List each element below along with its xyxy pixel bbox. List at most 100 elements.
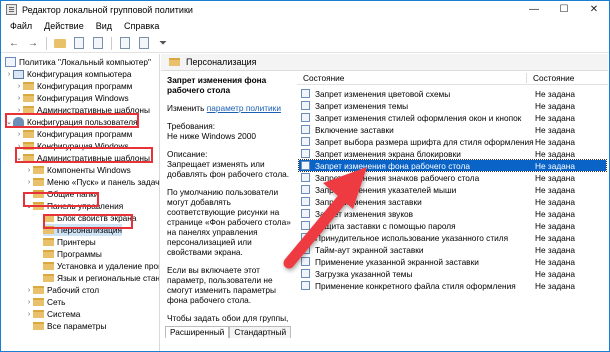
setting-name: Запрет изменения экрана блокировки bbox=[315, 148, 461, 159]
back-arrow-icon[interactable]: ← bbox=[6, 36, 22, 51]
properties-button[interactable] bbox=[136, 36, 152, 51]
policy-setting-icon bbox=[301, 245, 310, 254]
description-para-1: По умолчанию пользователи могут добавлят… bbox=[167, 187, 291, 257]
column-header-setting[interactable]: Состояние bbox=[303, 73, 344, 83]
policy-setting-icon bbox=[301, 101, 310, 110]
list-item[interactable]: Запрет изменения заставки Не задана bbox=[299, 196, 606, 207]
list-item[interactable]: Включение заставки Не задана bbox=[299, 124, 606, 135]
policy-setting-icon bbox=[301, 137, 310, 146]
setting-state: Не задана bbox=[535, 172, 575, 183]
policy-setting-icon bbox=[301, 257, 310, 266]
tree-item-label: Принтеры bbox=[57, 237, 96, 247]
chevron-right-icon[interactable]: › bbox=[25, 299, 33, 306]
tree-item-system[interactable]: › Система bbox=[25, 308, 81, 320]
console-tree-icon bbox=[74, 37, 84, 49]
chevron-right-icon[interactable]: › bbox=[25, 311, 33, 318]
up-folder-button[interactable] bbox=[52, 36, 68, 51]
tree-item-printers[interactable]: Принтеры bbox=[43, 236, 96, 248]
menu-view[interactable]: Вид bbox=[90, 21, 118, 31]
export-list-button[interactable] bbox=[90, 36, 106, 51]
tree-item-regional[interactable]: Язык и региональные стандарты bbox=[43, 272, 160, 284]
tree-item-start-menu[interactable]: › Меню «Пуск» и панель задач bbox=[25, 176, 160, 188]
tree-item-local-policy[interactable]: Политика "Локальный компьютер" bbox=[5, 56, 151, 68]
setting-state: Не задана bbox=[535, 196, 575, 207]
setting-name: Запрет изменения темы bbox=[315, 100, 409, 111]
setting-name: Запрет изменения звуков bbox=[315, 208, 414, 219]
list-item[interactable]: Запрет выбора размера шрифта для стиля о… bbox=[299, 136, 606, 147]
folder-icon bbox=[23, 130, 34, 138]
list-item[interactable]: Запрет изменения звуков Не задана bbox=[299, 208, 606, 219]
list-item[interactable]: Защита заставки с помощью пароля Не задан… bbox=[299, 220, 606, 231]
tree-item-add-remove-programs[interactable]: Установка и удаление программ bbox=[43, 260, 160, 272]
maximize-button[interactable]: ☐ bbox=[549, 1, 579, 18]
edit-prefix: Изменить bbox=[167, 103, 205, 113]
view-tabs: Расширенный Стандартный bbox=[165, 326, 292, 338]
tree-item-all-settings[interactable]: Все параметры bbox=[25, 320, 106, 332]
tree-item-label: Язык и региональные стандарты bbox=[57, 273, 160, 283]
setting-state: Не задана bbox=[535, 100, 575, 111]
column-header-state[interactable]: Состояние bbox=[533, 73, 574, 83]
filter-icon[interactable]: ⏷ bbox=[155, 36, 171, 51]
setting-name: Тайм-аут экранной заставки bbox=[315, 244, 424, 255]
setting-name: Запрет изменения фона рабочего стола bbox=[315, 160, 470, 171]
requirements-label: Требования: bbox=[167, 121, 216, 131]
list-item[interactable]: Запрет изменения стилей оформления окон … bbox=[299, 112, 606, 123]
policy-setting-icon bbox=[301, 197, 310, 206]
tree-item-windows-settings[interactable]: › Конфигурация Windows bbox=[15, 92, 129, 104]
tree-item-programs[interactable]: Программы bbox=[43, 248, 102, 260]
list-item[interactable]: Запрет изменения цветовой схемы Не задана bbox=[299, 88, 606, 99]
tree-item-computer-config[interactable]: › Конфигурация компьютера bbox=[5, 68, 132, 80]
list-item[interactable]: Применение указанной экранной заставки Не… bbox=[299, 256, 606, 267]
minimize-button[interactable]: — bbox=[519, 1, 549, 18]
list-item[interactable]: Запрет изменения экрана блокировки Не зад… bbox=[299, 148, 606, 159]
folder-icon bbox=[43, 262, 54, 270]
close-button[interactable]: ✕ bbox=[579, 1, 609, 18]
setting-state: Не задана bbox=[535, 88, 575, 99]
edit-policy-link[interactable]: параметр политики bbox=[207, 103, 281, 113]
setting-state: Не задана bbox=[535, 136, 575, 147]
list-item-selected[interactable]: Запрет изменения фона рабочего стола Не з… bbox=[298, 159, 607, 172]
tree-item-label: Все параметры bbox=[47, 321, 107, 331]
tree-item-software-settings[interactable]: › Конфигурация программ bbox=[15, 80, 133, 92]
chevron-right-icon[interactable]: › bbox=[25, 179, 33, 186]
list-item[interactable]: Принудительное использование указанного … bbox=[299, 232, 606, 243]
help-button[interactable] bbox=[117, 36, 133, 51]
tree-item-label: Установка и удаление программ bbox=[57, 261, 160, 271]
tree-item-desktop[interactable]: › Рабочий стол bbox=[25, 284, 99, 296]
description-value: Запрещает изменять или добавлять фон раб… bbox=[167, 159, 290, 179]
menu-file[interactable]: Файл bbox=[4, 21, 38, 31]
list-item[interactable]: Запрет изменения указателей мыши Не задан… bbox=[299, 184, 606, 195]
list-item[interactable]: Запрет изменения темы Не задана bbox=[299, 100, 606, 111]
setting-state: Не задана bbox=[535, 208, 575, 219]
chevron-right-icon[interactable]: › bbox=[25, 287, 33, 294]
tab-standard[interactable]: Стандартный bbox=[229, 326, 292, 338]
chevron-right-icon[interactable]: › bbox=[25, 167, 33, 174]
chevron-right-icon[interactable]: › bbox=[5, 71, 13, 78]
tree-item-windows-components[interactable]: › Компоненты Windows bbox=[25, 164, 131, 176]
toolbar-separator bbox=[46, 36, 47, 50]
menu-action[interactable]: Действие bbox=[38, 21, 90, 31]
setting-name: Включение заставки bbox=[315, 124, 394, 135]
policy-setting-icon bbox=[301, 221, 310, 230]
policy-icon bbox=[5, 57, 16, 67]
menu-help[interactable]: Справка bbox=[118, 21, 165, 31]
tab-extended[interactable]: Расширенный bbox=[165, 326, 230, 338]
setting-name: Запрет изменения значков рабочего стола bbox=[315, 172, 480, 183]
edit-policy-row: Изменить параметр политики bbox=[167, 103, 293, 113]
list-item[interactable]: Загрузка указанной темы Не задана bbox=[299, 268, 606, 279]
setting-name: Загрузка указанной темы bbox=[315, 268, 413, 279]
setting-state: Не задана bbox=[535, 148, 575, 159]
list-item[interactable]: Применение конкретного файла стиля оформ… bbox=[299, 280, 606, 291]
list-item[interactable]: Запрет изменения значков рабочего стола Н… bbox=[299, 172, 606, 183]
tree-item-label: Меню «Пуск» и панель задач bbox=[47, 177, 160, 187]
description-para-3: Чтобы задать обои для группы, bbox=[167, 313, 289, 323]
list-item[interactable]: Тайм-аут экранной заставки Не задана bbox=[299, 244, 606, 255]
tree-item-network[interactable]: › Сеть bbox=[25, 296, 66, 308]
chevron-right-icon[interactable]: › bbox=[15, 83, 23, 90]
column-divider[interactable] bbox=[526, 73, 527, 83]
chevron-right-icon[interactable]: › bbox=[15, 131, 23, 138]
forward-arrow-icon[interactable]: → bbox=[25, 36, 41, 51]
chevron-right-icon[interactable]: › bbox=[15, 95, 23, 102]
tree-item-user-software-settings[interactable]: › Конфигурация программ bbox=[15, 128, 133, 140]
show-tree-button[interactable] bbox=[71, 36, 87, 51]
